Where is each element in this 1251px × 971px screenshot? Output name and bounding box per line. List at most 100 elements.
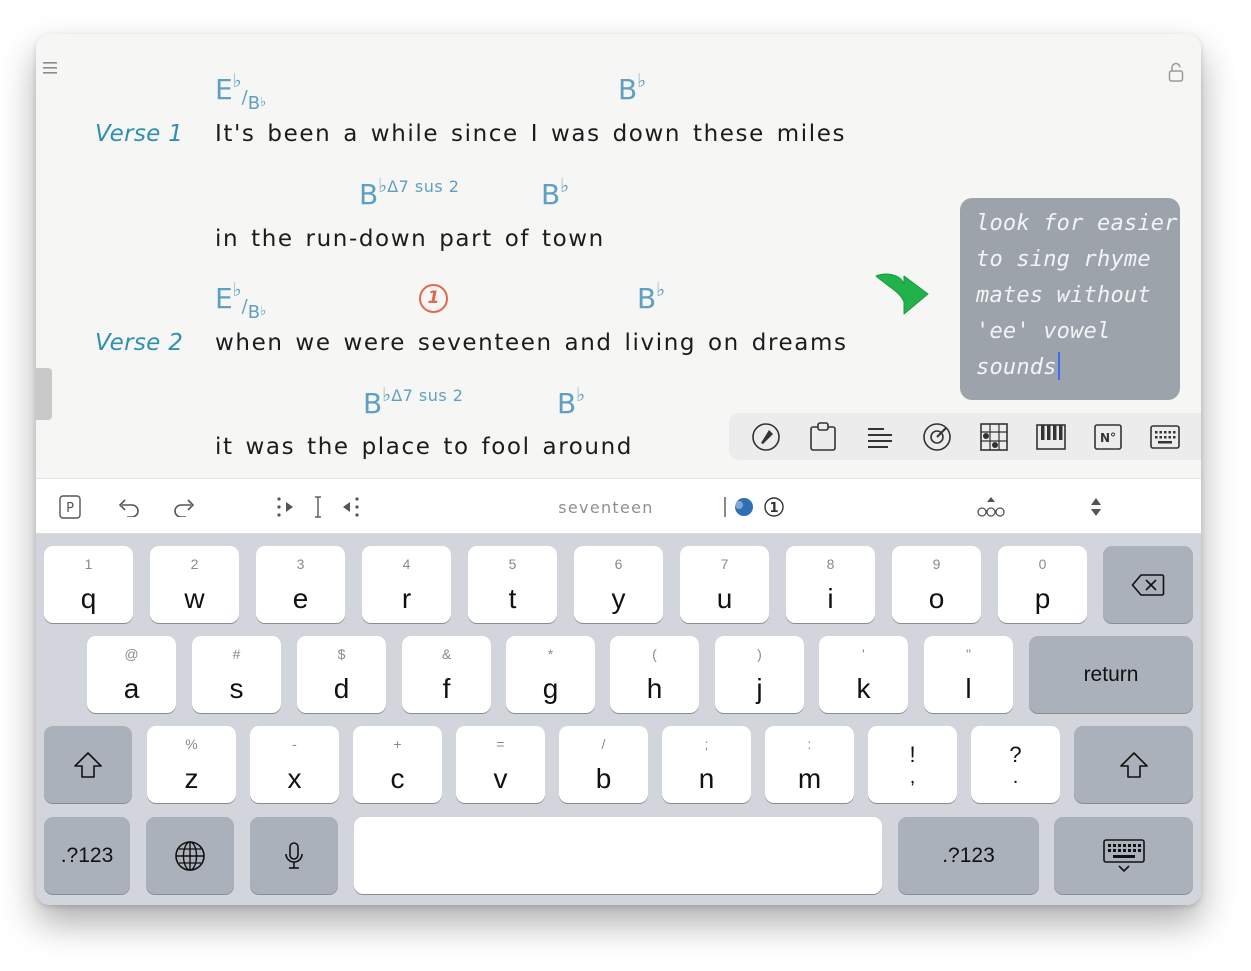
ipad-screen: E♭/B♭ B♭ Verse 1 It's been a while since… [36, 34, 1201, 905]
chord-bbmaj7sus2[interactable]: B♭Δ7 sus 2 [363, 386, 463, 418]
number-icon: N° [1093, 423, 1122, 450]
shift-key-right[interactable] [1074, 726, 1193, 803]
key-s[interactable]: # s [192, 636, 281, 713]
key-v[interactable]: = v [456, 726, 545, 803]
numbers-key-right[interactable]: .?123 [898, 817, 1039, 894]
key-j[interactable]: ) j [715, 636, 804, 713]
key-e[interactable]: 3e [256, 546, 345, 623]
metronome-icon [922, 422, 951, 451]
dismiss-keyboard-key[interactable] [1054, 817, 1193, 894]
clipboard-button[interactable] [807, 421, 839, 453]
lyric-line[interactable]: it was the place to fool around [215, 434, 633, 460]
undo-button[interactable] [116, 479, 142, 535]
note-text-line[interactable]: to sing rhyme [976, 242, 1168, 278]
format-options-icon [977, 497, 1005, 517]
dictation-key[interactable] [250, 817, 338, 894]
pen-tool-button[interactable] [750, 421, 782, 453]
note-text-line[interactable]: mates without [976, 278, 1168, 314]
up-down-icon [1091, 498, 1101, 516]
chord-grid-icon [979, 422, 1008, 451]
key-c[interactable]: + c [353, 726, 442, 803]
key-h[interactable]: (h [610, 636, 699, 713]
keyboard-toggle-button[interactable] [1149, 421, 1181, 453]
note-card[interactable]: look for easier to sing rhyme mates with… [960, 198, 1180, 400]
keyboard-icon [1149, 424, 1180, 449]
redo-icon [174, 499, 195, 517]
lyric-line[interactable]: It's been a while since I was down these… [215, 121, 846, 147]
chord-bb[interactable]: B♭ [541, 177, 569, 209]
key-exclamation-comma[interactable]: !, [868, 726, 957, 803]
text-cursor [1057, 352, 1060, 380]
key-b[interactable]: / b [559, 726, 648, 803]
text-cursor-button[interactable] [310, 479, 326, 535]
chord-eb-over-bb[interactable]: E♭/B♭ [215, 281, 266, 322]
move-right-button[interactable] [274, 479, 298, 535]
format-options-button[interactable] [976, 479, 1006, 535]
section-label-verse-1[interactable]: Verse 1 [95, 121, 183, 147]
note-text-line[interactable]: look for easier [976, 206, 1177, 242]
key-m[interactable]: :m [765, 726, 854, 803]
backspace-key[interactable] [1103, 546, 1193, 623]
chord-grid-button[interactable] [978, 421, 1010, 453]
chord-bbmaj7sus2[interactable]: B♭Δ7 sus 2 [359, 177, 459, 209]
shift-key-left[interactable] [44, 726, 132, 803]
lyric-line[interactable]: when we were seventeen and living on dre… [215, 330, 848, 356]
edit-toolbar: P seventeen 1 [36, 478, 1201, 534]
key-y[interactable]: 6y [574, 546, 663, 623]
key-r[interactable]: 4r [362, 546, 451, 623]
key-d[interactable]: $ d [297, 636, 386, 713]
align-icon [867, 427, 892, 448]
svg-text:P: P [66, 501, 74, 516]
key-w[interactable]: 2w [150, 546, 239, 623]
key-u[interactable]: 7u [680, 546, 769, 623]
key-p[interactable]: 0p [998, 546, 1087, 623]
key-t[interactable]: 5t [468, 546, 557, 623]
keyboard-dismiss-icon [1102, 838, 1145, 872]
key-q[interactable]: 1q [44, 546, 133, 623]
key-z[interactable]: % z [147, 726, 236, 803]
backspace-icon [1131, 573, 1165, 596]
numbering-button[interactable]: N° [1092, 421, 1124, 453]
key-g[interactable]: * g [506, 636, 595, 713]
key-k[interactable]: ' k [819, 636, 908, 713]
metronome-button[interactable] [921, 421, 953, 453]
chord-bb[interactable]: B♭ [637, 281, 665, 313]
marker-insert-button[interactable]: 1 [720, 479, 786, 535]
section-label-verse-2[interactable]: Verse 2 [95, 330, 183, 356]
key-x[interactable]: -x [250, 726, 339, 803]
key-i[interactable]: 8i [786, 546, 875, 623]
key-n[interactable]: ; n [662, 726, 751, 803]
side-drawer-handle[interactable] [36, 368, 52, 420]
song-sheet[interactable]: E♭/B♭ B♭ Verse 1 It's been a while since… [36, 34, 1201, 478]
paragraph-button[interactable]: P [58, 479, 82, 535]
redo-button[interactable] [171, 479, 197, 535]
on-screen-keyboard: 1q 2w 3e 4r 5t 6y 7u 8i 9o 0p @ a # s $ d &… [36, 534, 1201, 905]
menu-icon[interactable] [43, 62, 57, 74]
numbers-key-left[interactable]: .?123 [44, 817, 130, 894]
note-text-line[interactable]: 'ee' vowel [976, 314, 1168, 350]
key-o[interactable]: 9o [892, 546, 981, 623]
key-a[interactable]: @ a [87, 636, 176, 713]
globe-key[interactable] [146, 817, 234, 894]
selected-word[interactable]: seventeen [546, 479, 666, 535]
clipboard-icon [809, 421, 836, 451]
lyric-line[interactable]: in the run-down part of town [215, 226, 605, 252]
chord-bb[interactable]: B♭ [618, 72, 646, 104]
piano-button[interactable] [1035, 421, 1067, 453]
key-f[interactable]: & f [402, 636, 491, 713]
space-key[interactable] [354, 817, 882, 894]
key-l[interactable]: " l [924, 636, 1013, 713]
chord-eb-over-bb[interactable]: E♭/B♭ [215, 72, 266, 113]
key-question-period[interactable]: ?. [971, 726, 1060, 803]
lock-icon[interactable] [1168, 62, 1184, 82]
shift-icon [1119, 751, 1148, 778]
marker-badge[interactable]: 1 [419, 284, 448, 313]
move-left-button[interactable] [338, 479, 362, 535]
stepper-button[interactable] [1086, 479, 1106, 535]
arrow-right-icon [875, 273, 929, 315]
chord-bb[interactable]: B♭ [557, 386, 585, 418]
note-text-line[interactable]: sounds [976, 350, 1168, 386]
shift-icon [74, 751, 102, 778]
align-button[interactable] [864, 421, 896, 453]
return-key[interactable]: return [1029, 636, 1193, 713]
